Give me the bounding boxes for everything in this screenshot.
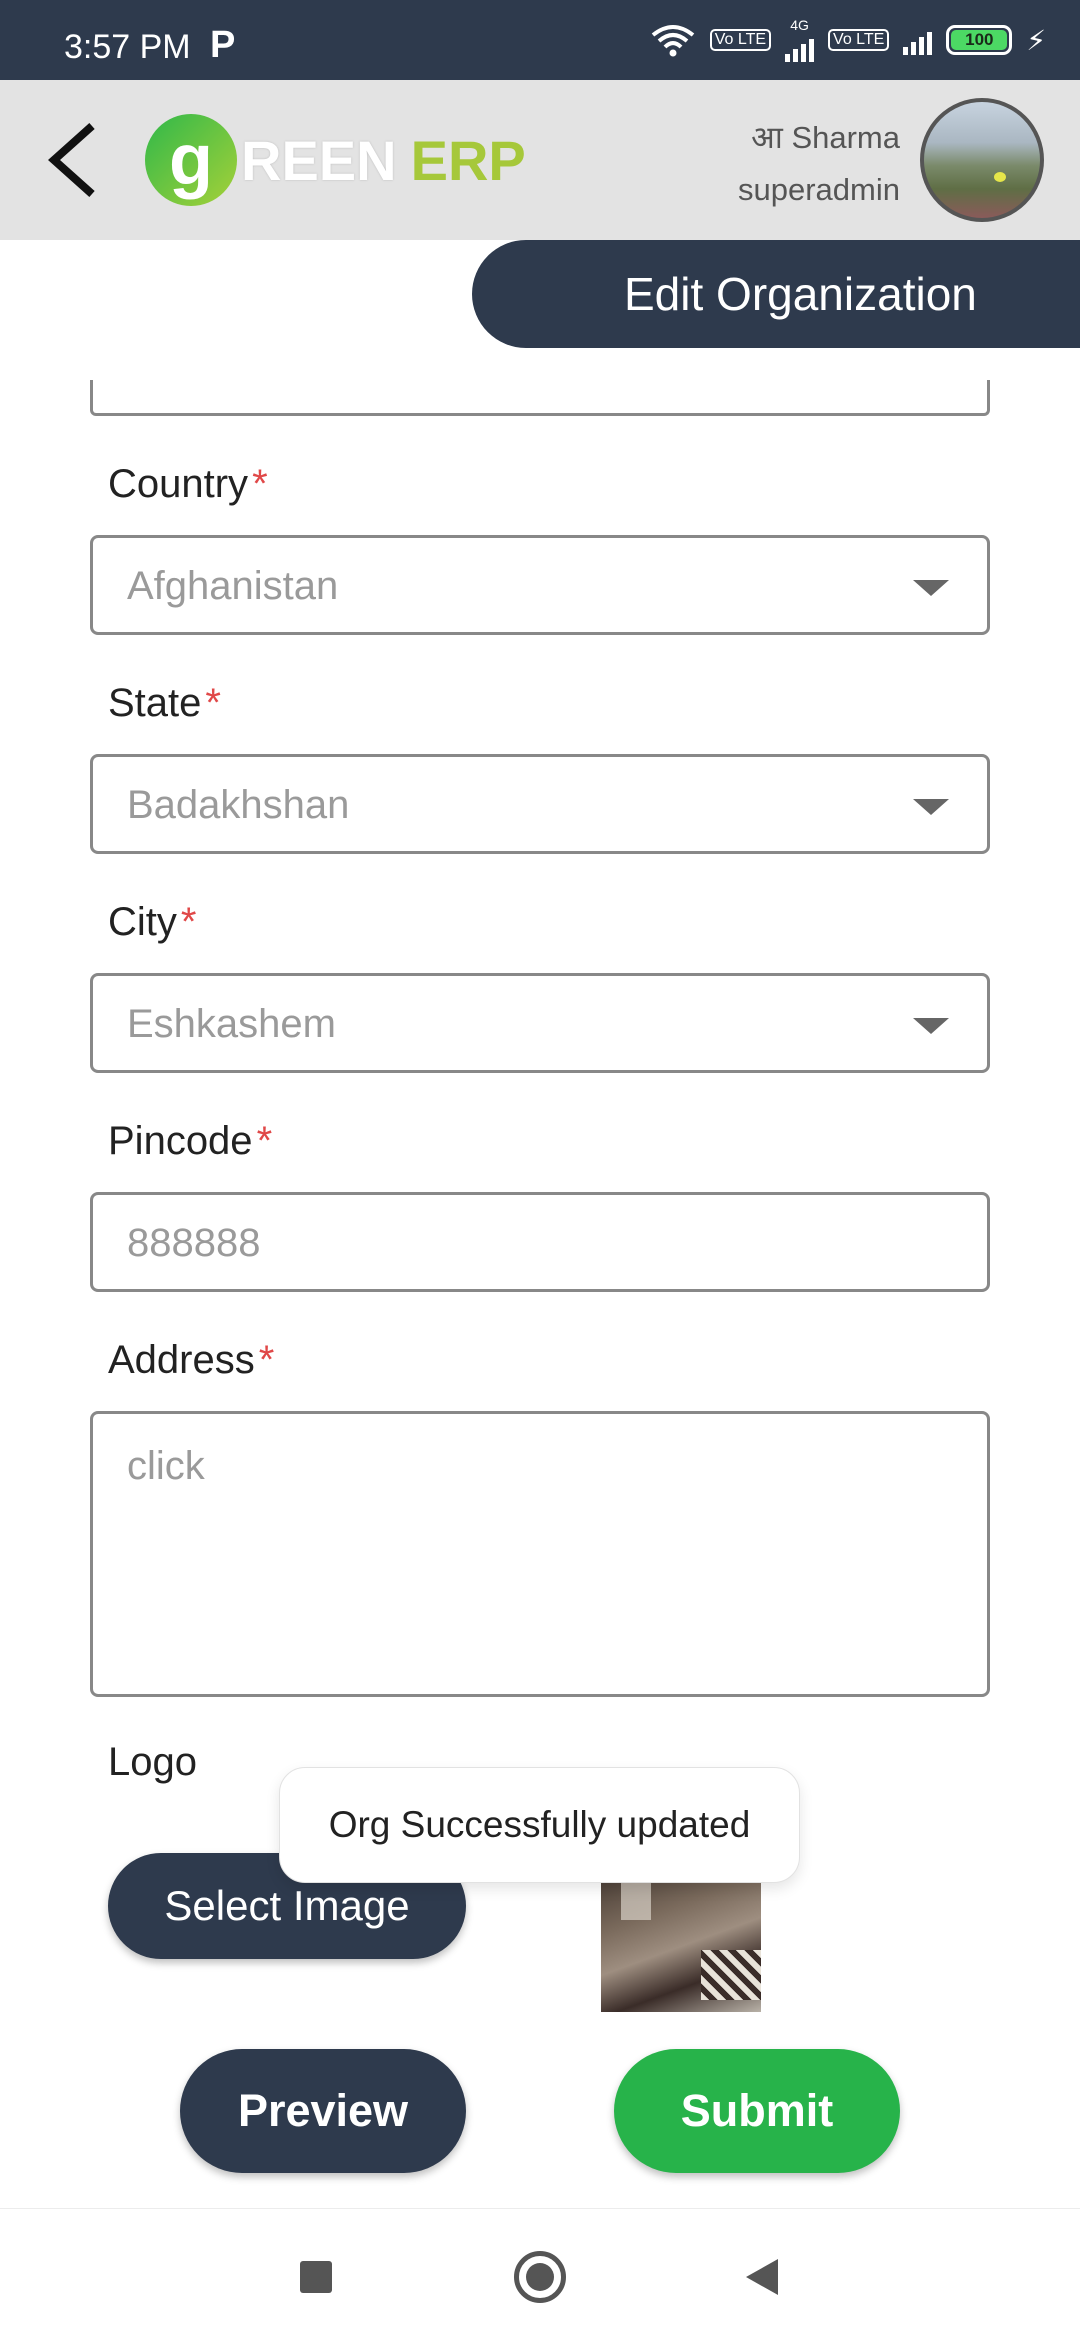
country-value: Afghanistan: [127, 564, 339, 608]
app-header: g REEN ERP आ Sharma superadmin: [0, 80, 1080, 240]
signal-icon: 4G: [785, 17, 815, 62]
dropdown-caret-icon: [913, 580, 949, 596]
submit-button[interactable]: Submit: [614, 2049, 900, 2173]
address-label: Address *: [108, 1338, 275, 1382]
green-erp-logo: g REEN ERP: [145, 110, 526, 210]
city-label: City *: [108, 900, 197, 944]
system-nav-bar: [0, 2208, 1080, 2340]
dropdown-caret-icon: [913, 799, 949, 815]
back-button[interactable]: [42, 120, 112, 200]
required-marker: *: [258, 1338, 275, 1382]
back-arrow-icon: [48, 123, 95, 197]
required-marker: *: [180, 900, 197, 944]
logo-label: Logo: [108, 1740, 197, 1784]
preview-button[interactable]: Preview: [180, 2049, 466, 2173]
home-nav-icon[interactable]: [514, 2251, 566, 2303]
user-role: superadmin: [738, 172, 900, 207]
required-marker: *: [252, 462, 268, 506]
wifi-icon: [651, 25, 694, 57]
avatar-photo: [994, 172, 1006, 182]
volte-icon: Vo LTE: [709, 29, 772, 51]
status-bar: 3:57 PM P Vo LTE 4G Vo LTE 100 ⚡: [0, 0, 1080, 80]
city-select[interactable]: Eshkashem: [90, 973, 990, 1073]
battery-level: 100: [951, 30, 1008, 50]
volte-icon-2: Vo LTE: [828, 29, 890, 51]
country-label: Country *: [108, 462, 268, 506]
logo-erp: ERP: [410, 128, 526, 192]
toast-message: Org Successfully updated: [279, 1767, 800, 1883]
state-label: State *: [108, 681, 221, 725]
pincode-label: Pincode *: [108, 1119, 273, 1163]
city-value: Eshkashem: [127, 1002, 336, 1046]
dropdown-caret-icon: [913, 1018, 949, 1034]
pincode-placeholder: 888888: [127, 1221, 261, 1265]
address-textarea[interactable]: click: [90, 1411, 990, 1697]
user-name: आ Sharma: [751, 120, 900, 155]
recents-nav-icon[interactable]: [300, 2261, 332, 2293]
status-time: 3:57 PM: [64, 28, 191, 66]
state-value: Badakhshan: [127, 783, 350, 827]
avatar[interactable]: [920, 98, 1044, 222]
user-info: आ Sharma superadmin: [738, 112, 900, 216]
required-marker: *: [205, 681, 221, 725]
charging-icon: ⚡: [1026, 24, 1046, 56]
parking-app-icon: P: [210, 24, 236, 66]
pincode-input[interactable]: 888888: [90, 1192, 990, 1292]
country-select[interactable]: Afghanistan: [90, 535, 990, 635]
page-title: Edit Organization: [472, 240, 1080, 348]
battery-icon: 100: [946, 25, 1013, 55]
status-icons: Vo LTE 4G Vo LTE 100 ⚡: [650, 17, 1046, 62]
network-type: 4G: [790, 17, 809, 33]
logo-reen: REEN: [241, 128, 397, 192]
signal-icon-2: [903, 25, 933, 55]
state-select[interactable]: Badakhshan: [90, 754, 990, 854]
required-marker: *: [256, 1119, 273, 1163]
back-nav-icon[interactable]: [746, 2259, 778, 2295]
address-placeholder: click: [127, 1444, 205, 1488]
logo-g: g: [145, 114, 237, 206]
previous-field[interactable]: [90, 380, 990, 416]
